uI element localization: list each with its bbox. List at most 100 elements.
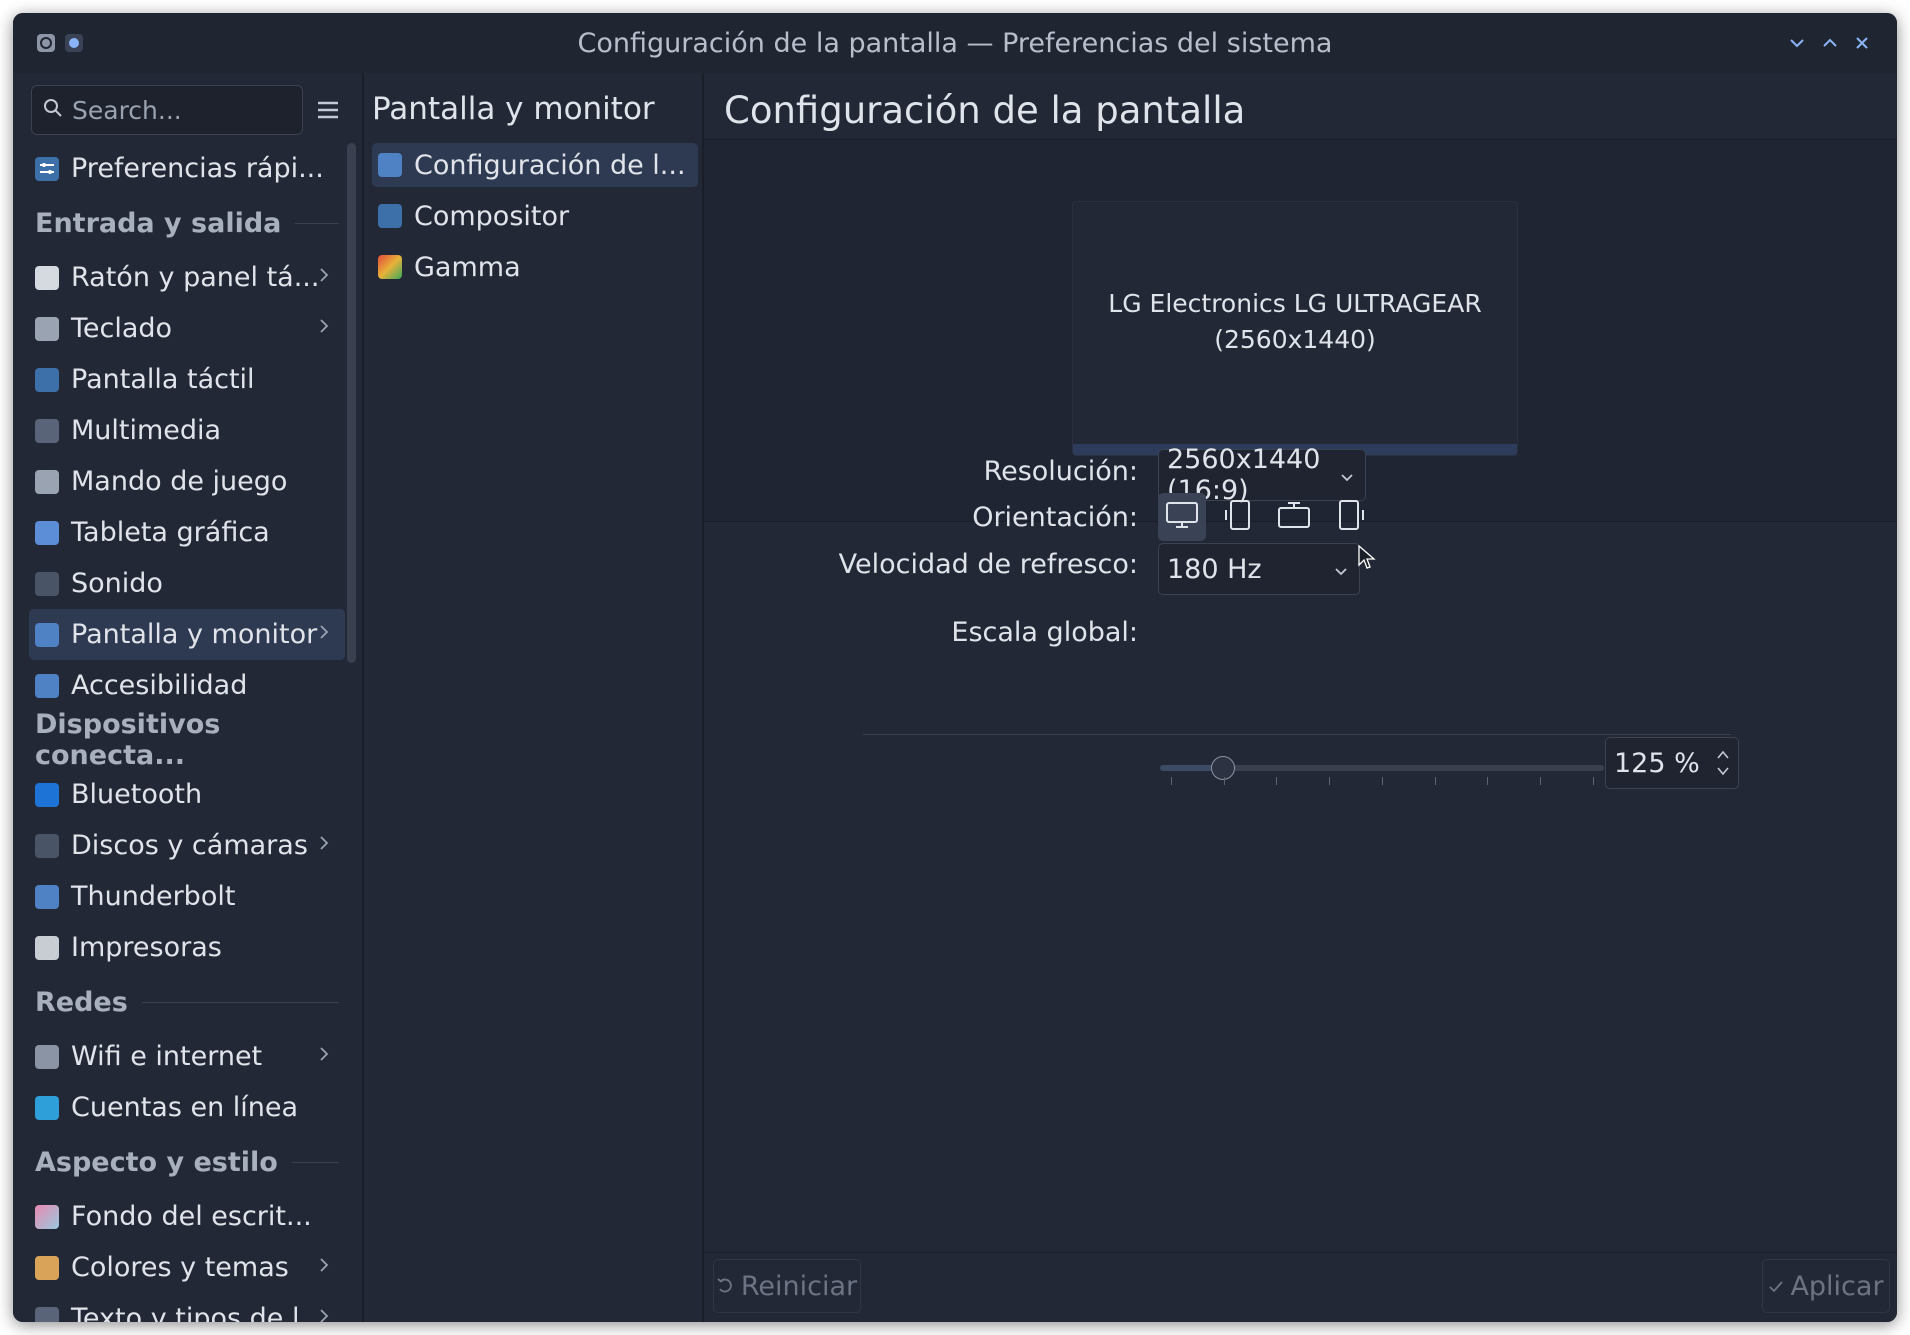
sidebar-item[interactable]: Pantalla y monitor bbox=[29, 609, 345, 660]
subcategory-title: Pantalla y monitor bbox=[372, 91, 655, 127]
orientation-portrait-button[interactable] bbox=[1215, 493, 1263, 541]
sidebar-nav: Preferencias rápi... Entrada y salida Rat… bbox=[29, 143, 345, 1322]
sidebar-item[interactable]: Tableta gráfica bbox=[29, 507, 345, 558]
orientation-portrait-flipped-button[interactable] bbox=[1326, 493, 1374, 541]
section-title: Redes bbox=[35, 986, 128, 1018]
sidebar-item-label: Fondo del escrit... bbox=[71, 1201, 312, 1232]
slider-tick bbox=[1539, 777, 1541, 785]
minimize-button[interactable] bbox=[1784, 30, 1810, 56]
global-scale-value: 125 % bbox=[1614, 747, 1700, 779]
sidebar-item[interactable]: Bluetooth bbox=[29, 769, 345, 820]
sidebar-item[interactable]: Discos y cámaras bbox=[29, 820, 345, 871]
sidebar-item[interactable]: Wifi e internet bbox=[29, 1031, 345, 1082]
close-button[interactable] bbox=[1849, 30, 1875, 56]
chevron-down-icon bbox=[1337, 463, 1357, 483]
disk-icon bbox=[35, 833, 59, 858]
pin-icon[interactable] bbox=[61, 30, 87, 56]
spin-arrows-icon[interactable] bbox=[1716, 746, 1730, 780]
sidebar-item-label: Pantalla táctil bbox=[71, 364, 255, 395]
subcategory-item-label: Compositor bbox=[414, 200, 570, 232]
display-config-icon bbox=[378, 153, 402, 177]
thunderbolt-icon bbox=[35, 884, 59, 909]
sidebar-item[interactable]: Texto y tipos de l... bbox=[29, 1293, 345, 1322]
media-icon bbox=[35, 418, 59, 443]
sidebar-scrollbar[interactable] bbox=[347, 143, 356, 663]
sidebar-item-label: Multimedia bbox=[71, 415, 222, 446]
apply-button[interactable]: Aplicar bbox=[1762, 1259, 1890, 1313]
monitor-name: LG Electronics LG ULTRAGEAR bbox=[1108, 289, 1482, 318]
sidebar-item[interactable]: Pantalla táctil bbox=[29, 354, 345, 405]
sidebar-section-header: Dispositivos conecta... bbox=[29, 709, 345, 771]
maximize-button[interactable] bbox=[1817, 30, 1843, 56]
sidebar-item[interactable]: Thunderbolt bbox=[29, 871, 345, 922]
sidebar-item[interactable]: Multimedia bbox=[29, 405, 345, 456]
sidebar-item-label: Sonido bbox=[71, 568, 163, 599]
sidebar-item-label: Texto y tipos de l... bbox=[71, 1303, 326, 1322]
slider-tick bbox=[1592, 777, 1594, 785]
orientation-landscape-button[interactable] bbox=[1158, 493, 1206, 541]
global-scale-slider[interactable] bbox=[1160, 756, 1604, 780]
slider-tick bbox=[1223, 777, 1225, 785]
sidebar: Preferencias rápi... Entrada y salida Rat… bbox=[13, 73, 362, 1322]
sidebar-section-header: Redes bbox=[29, 973, 345, 1031]
portrait-icon bbox=[1224, 498, 1254, 536]
subcategory-item[interactable]: Configuración de l... bbox=[372, 143, 698, 187]
section-title: Dispositivos conecta... bbox=[35, 709, 221, 771]
sidebar-item[interactable]: Mando de juego bbox=[29, 456, 345, 507]
subcategory-item[interactable]: Gamma bbox=[372, 245, 698, 289]
sidebar-item[interactable]: Ratón y panel tá... bbox=[29, 252, 345, 303]
sidebar-item-label: Tableta gráfica bbox=[71, 517, 270, 548]
sidebar-item-label: Accesibilidad bbox=[71, 670, 248, 701]
landscape-flipped-icon bbox=[1277, 500, 1311, 534]
subcategory-item[interactable]: Compositor bbox=[372, 194, 698, 238]
portrait-flipped-icon bbox=[1335, 498, 1365, 536]
chevron-down-icon bbox=[1331, 557, 1351, 577]
chevron-right-icon bbox=[317, 831, 331, 861]
window-title: Configuración de la pantalla — Preferenc… bbox=[577, 28, 1333, 59]
reset-button[interactable]: Reiniciar bbox=[713, 1259, 861, 1313]
keyboard-icon bbox=[35, 316, 59, 341]
wallpaper-icon bbox=[35, 1204, 59, 1229]
compositor-icon bbox=[378, 204, 402, 228]
mouse-cursor-icon bbox=[1358, 544, 1376, 575]
sidebar-item-quick-settings[interactable]: Preferencias rápi... bbox=[29, 143, 345, 194]
global-scale-label: Escala global: bbox=[951, 617, 1138, 648]
sidebar-item-label: Thunderbolt bbox=[71, 881, 236, 912]
chevron-right-icon bbox=[317, 1304, 331, 1322]
sidebar-item[interactable]: Teclado bbox=[29, 303, 345, 354]
bluetooth-icon bbox=[35, 782, 59, 807]
search-box[interactable] bbox=[31, 85, 303, 135]
sidebar-item[interactable]: Impresoras bbox=[29, 922, 345, 973]
touchscreen-icon bbox=[35, 367, 59, 392]
resolution-label: Resolución: bbox=[983, 456, 1138, 487]
sidebar-item[interactable]: Sonido bbox=[29, 558, 345, 609]
subcategory-list: Configuración de l... Compositor Gamma bbox=[372, 143, 698, 296]
sidebar-item[interactable]: Fondo del escrit... bbox=[29, 1191, 345, 1242]
sidebar-item-label: Teclado bbox=[71, 313, 173, 344]
refresh-rate-combobox[interactable]: 180 Hz bbox=[1158, 543, 1360, 595]
chevron-right-icon bbox=[317, 314, 331, 344]
app-menu-icon[interactable] bbox=[33, 30, 59, 56]
orientation-landscape-flipped-button[interactable] bbox=[1270, 493, 1318, 541]
gamepad-icon bbox=[35, 469, 59, 494]
slider-tick bbox=[1171, 777, 1172, 785]
font-icon bbox=[35, 1306, 59, 1322]
main-pane: Configuración de la pantalla LG Electron… bbox=[704, 73, 1897, 1322]
title-bar: Configuración de la pantalla — Preferenc… bbox=[13, 13, 1897, 73]
sidebar-item[interactable]: Accesibilidad bbox=[29, 660, 345, 711]
hamburger-menu-icon[interactable] bbox=[313, 95, 343, 125]
sidebar-item[interactable]: Colores y temas bbox=[29, 1242, 345, 1293]
sliders-icon bbox=[35, 156, 59, 181]
settings-window: Configuración de la pantalla — Preferenc… bbox=[13, 13, 1897, 1322]
monitor-tile[interactable]: LG Electronics LG ULTRAGEAR (2560x1440) bbox=[1072, 201, 1518, 456]
search-input[interactable] bbox=[70, 94, 294, 126]
global-scale-spinbox[interactable]: 125 % bbox=[1605, 737, 1739, 789]
slider-tick bbox=[1434, 777, 1436, 785]
printer-icon bbox=[35, 935, 59, 960]
section-rule bbox=[295, 222, 339, 224]
apply-label: Aplicar bbox=[1790, 1270, 1884, 1302]
sidebar-item-label: Discos y cámaras bbox=[71, 830, 308, 861]
sidebar-section-header: Entrada y salida bbox=[29, 194, 345, 252]
sidebar-item[interactable]: Cuentas en línea bbox=[29, 1082, 345, 1133]
refresh-rate-value: 180 Hz bbox=[1167, 553, 1262, 585]
